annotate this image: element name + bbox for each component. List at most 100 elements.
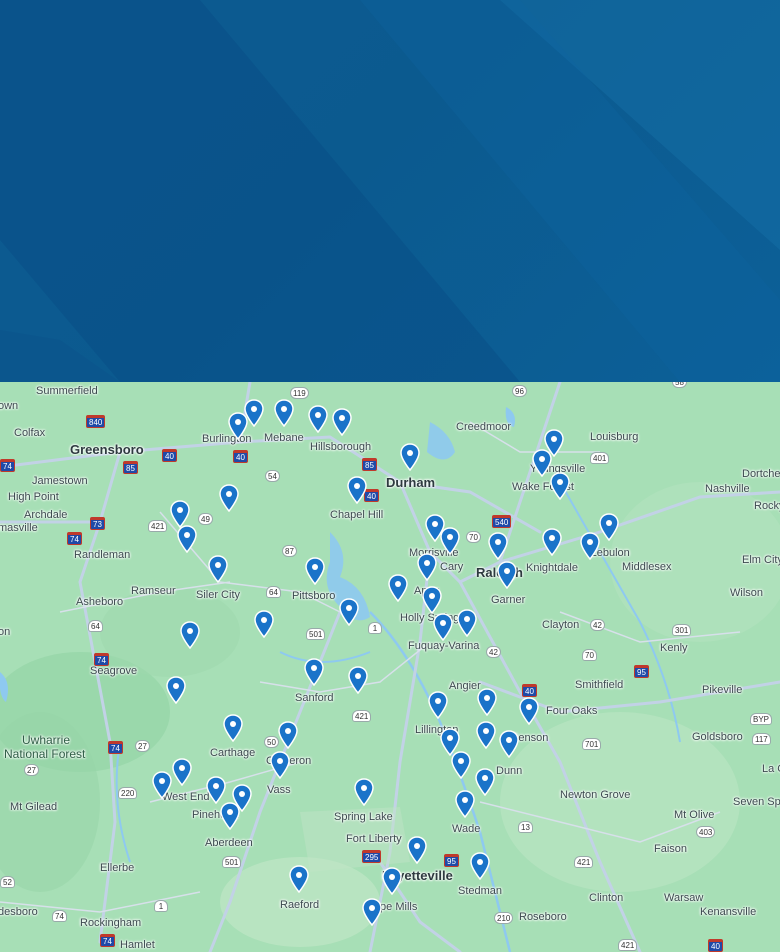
location-pin-icon[interactable] bbox=[170, 500, 190, 528]
location-pin-icon[interactable] bbox=[440, 527, 460, 555]
location-pin-icon[interactable] bbox=[382, 867, 402, 895]
location-pin-icon[interactable] bbox=[499, 730, 519, 758]
location-pin-icon[interactable] bbox=[362, 898, 382, 926]
location-pin-icon[interactable] bbox=[305, 557, 325, 585]
location-pin-icon[interactable] bbox=[219, 484, 239, 512]
place-label: High Point bbox=[8, 491, 59, 503]
location-pin-icon[interactable] bbox=[180, 621, 200, 649]
location-pin-icon[interactable] bbox=[407, 836, 427, 864]
locations-map[interactable]: Summerfield own Colfax Greensboro Burlington… bbox=[0, 382, 780, 952]
location-pin-icon[interactable] bbox=[278, 721, 298, 749]
place-label: Nashville bbox=[705, 483, 750, 495]
location-pin-icon[interactable] bbox=[457, 609, 477, 637]
place-label: Clayton bbox=[542, 619, 580, 631]
place-label: Durham bbox=[386, 475, 436, 490]
location-pin-icon[interactable] bbox=[422, 586, 442, 614]
location-pin-icon[interactable] bbox=[308, 405, 328, 433]
route-shield: 95 bbox=[444, 854, 459, 867]
place-label: Siler City bbox=[196, 589, 241, 601]
location-pin-icon[interactable] bbox=[400, 443, 420, 471]
place-label: Ramseur bbox=[131, 585, 176, 597]
location-pin-icon[interactable] bbox=[208, 555, 228, 583]
location-pin-icon[interactable] bbox=[455, 790, 475, 818]
route-shield: 52 bbox=[0, 876, 15, 888]
route-shield: 421 bbox=[574, 856, 594, 868]
location-pin-icon[interactable] bbox=[477, 688, 497, 716]
location-pin-icon[interactable] bbox=[470, 852, 490, 880]
route-shield: 701 bbox=[582, 738, 602, 750]
location-pin-icon[interactable] bbox=[220, 802, 240, 830]
location-pin-icon[interactable] bbox=[347, 476, 367, 504]
place-label: Four Oaks bbox=[546, 705, 598, 717]
place-label: Vass bbox=[267, 784, 291, 796]
route-shield: 42 bbox=[590, 619, 605, 631]
location-pin-icon[interactable] bbox=[332, 408, 352, 436]
place-label: own bbox=[0, 400, 19, 412]
location-pin-icon[interactable] bbox=[354, 778, 374, 806]
place-label: Spring Lake bbox=[334, 811, 393, 823]
location-pin-icon[interactable] bbox=[388, 574, 408, 602]
location-pin-icon[interactable] bbox=[532, 449, 552, 477]
place-label: Pittsboro bbox=[292, 590, 336, 602]
route-shield: 401 bbox=[590, 452, 610, 464]
location-pin-icon[interactable] bbox=[475, 768, 495, 796]
route-shield: 87 bbox=[282, 545, 297, 557]
location-pin-icon[interactable] bbox=[433, 613, 453, 641]
location-pin-icon[interactable] bbox=[339, 598, 359, 626]
place-label: Roseboro bbox=[519, 911, 567, 923]
place-label: Greensboro bbox=[70, 442, 144, 457]
place-label: Raeford bbox=[280, 899, 320, 911]
location-pin-icon[interactable] bbox=[580, 532, 600, 560]
location-pin-icon[interactable] bbox=[206, 776, 226, 804]
location-pin-icon[interactable] bbox=[519, 697, 539, 725]
route-shield: 74 bbox=[0, 459, 15, 472]
location-pin-icon[interactable] bbox=[274, 399, 294, 427]
route-shield: 501 bbox=[306, 628, 326, 640]
location-pin-icon[interactable] bbox=[172, 758, 192, 786]
place-label: Randleman bbox=[74, 549, 131, 561]
location-pin-icon[interactable] bbox=[428, 691, 448, 719]
place-label: Asheboro bbox=[76, 596, 124, 608]
location-pin-icon[interactable] bbox=[417, 553, 437, 581]
location-pin-icon[interactable] bbox=[304, 658, 324, 686]
location-pin-icon[interactable] bbox=[270, 751, 290, 779]
location-pin-icon[interactable] bbox=[348, 666, 368, 694]
route-shield: 403 bbox=[696, 826, 716, 838]
place-label: Colfax bbox=[14, 427, 46, 439]
route-shield: 40 bbox=[162, 449, 177, 462]
place-label: La G bbox=[762, 763, 780, 775]
route-shield: 119 bbox=[290, 387, 309, 399]
place-label: Ellerbe bbox=[100, 862, 135, 874]
location-pin-icon[interactable] bbox=[599, 513, 619, 541]
place-label: Uwharrie bbox=[22, 733, 71, 747]
location-pin-icon[interactable] bbox=[152, 771, 172, 799]
place-label: Kenansville bbox=[700, 906, 757, 918]
location-pin-icon[interactable] bbox=[497, 561, 517, 589]
location-pin-icon[interactable] bbox=[550, 472, 570, 500]
location-pin-icon[interactable] bbox=[289, 865, 309, 893]
location-pin-icon[interactable] bbox=[451, 751, 471, 779]
location-pin-icon[interactable] bbox=[177, 525, 197, 553]
place-label: Fuquay-Varina bbox=[408, 640, 480, 652]
place-label: Chapel Hill bbox=[330, 509, 384, 521]
place-label: Mt Gilead bbox=[10, 801, 58, 813]
place-label: Archdale bbox=[24, 509, 68, 521]
location-pin-icon[interactable] bbox=[244, 399, 264, 427]
location-pin-icon[interactable] bbox=[542, 528, 562, 556]
place-label: Cary bbox=[440, 561, 464, 573]
route-shield: 220 bbox=[118, 787, 138, 799]
place-label: Goldsboro bbox=[692, 731, 743, 743]
route-shield: 40 bbox=[233, 450, 248, 463]
route-shield: 85 bbox=[362, 458, 377, 471]
route-shield: 421 bbox=[618, 939, 638, 951]
hero-banner bbox=[0, 0, 780, 382]
location-pin-icon[interactable] bbox=[223, 714, 243, 742]
place-label: Wade bbox=[452, 823, 481, 835]
location-pin-icon[interactable] bbox=[166, 676, 186, 704]
location-pin-icon[interactable] bbox=[476, 721, 496, 749]
place-label: Clinton bbox=[589, 892, 624, 904]
route-shield: 40 bbox=[708, 939, 723, 952]
location-pin-icon[interactable] bbox=[488, 532, 508, 560]
location-pin-icon[interactable] bbox=[254, 610, 274, 638]
place-label: Wilson bbox=[730, 587, 764, 599]
